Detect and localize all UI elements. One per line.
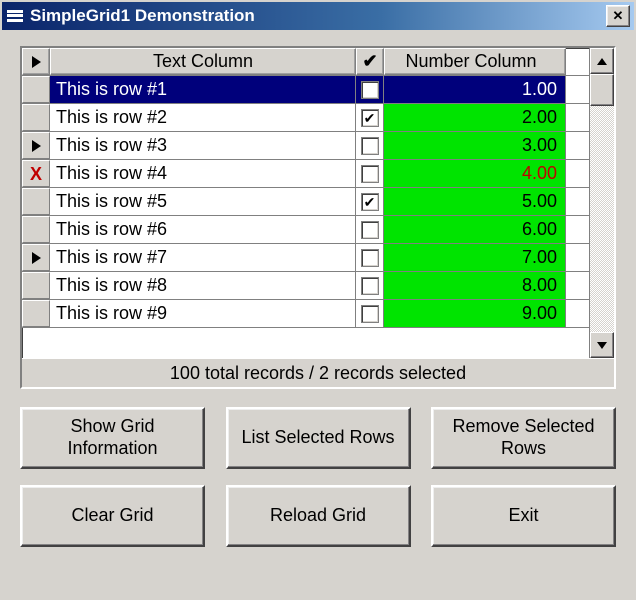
text-cell[interactable]: This is row #8 — [50, 272, 356, 299]
title-bar: SimpleGrid1 Demonstration ✕ — [2, 2, 634, 30]
window-title: SimpleGrid1 Demonstration — [30, 6, 606, 26]
number-cell[interactable]: 7.00 — [384, 244, 566, 271]
text-cell[interactable]: This is row #7 — [50, 244, 356, 271]
reload-grid-button[interactable]: Reload Grid — [226, 485, 411, 547]
remove-selected-rows-button[interactable]: Remove Selected Rows — [431, 407, 616, 469]
system-menu-icon[interactable] — [6, 7, 24, 25]
clear-grid-button[interactable]: Clear Grid — [20, 485, 205, 547]
button-panel: Show Grid Information List Selected Rows… — [20, 407, 616, 547]
table-row[interactable]: This is row #1 1.00 — [22, 76, 589, 104]
chevron-down-icon — [597, 342, 607, 349]
app-window: SimpleGrid1 Demonstration ✕ Text Column … — [0, 0, 636, 600]
table-row[interactable]: This is row #7 7.00 — [22, 244, 589, 272]
row-checkbox[interactable] — [361, 137, 379, 155]
text-cell[interactable]: This is row #9 — [50, 300, 356, 327]
number-cell[interactable]: 9.00 — [384, 300, 566, 327]
table-row[interactable]: This is row #3 3.00 — [22, 132, 589, 160]
table-row[interactable]: X This is row #4 4.00 — [22, 160, 589, 188]
grid-header-row: Text Column ✔ Number Column — [22, 48, 589, 76]
check-cell[interactable] — [356, 216, 384, 243]
number-cell[interactable]: 5.00 — [384, 188, 566, 215]
number-cell[interactable]: 1.00 — [384, 76, 566, 103]
number-cell[interactable]: 3.00 — [384, 132, 566, 159]
row-checkbox[interactable] — [361, 249, 379, 267]
row-marker-cell[interactable] — [22, 132, 50, 159]
row-marker-cell[interactable] — [22, 104, 50, 131]
header-arrow-icon — [32, 56, 41, 68]
row-arrow-icon — [32, 140, 41, 152]
row-checkbox[interactable] — [361, 165, 379, 183]
header-check-column[interactable]: ✔ — [356, 48, 384, 75]
row-marker-cell[interactable] — [22, 272, 50, 299]
grid-frame: Text Column ✔ Number Column This is row … — [20, 46, 616, 389]
table-row[interactable]: This is row #2 ✔ 2.00 — [22, 104, 589, 132]
row-marker-cell[interactable] — [22, 76, 50, 103]
row-checkbox[interactable] — [361, 305, 379, 323]
number-cell[interactable]: 8.00 — [384, 272, 566, 299]
text-cell[interactable]: This is row #2 — [50, 104, 356, 131]
row-marker-cell[interactable] — [22, 300, 50, 327]
client-area: Text Column ✔ Number Column This is row … — [2, 30, 634, 581]
row-checkbox[interactable] — [361, 277, 379, 295]
table-row[interactable]: This is row #8 8.00 — [22, 272, 589, 300]
check-cell[interactable] — [356, 76, 384, 103]
grid-status-bar: 100 total records / 2 records selected — [22, 358, 614, 387]
scroll-up-button[interactable] — [590, 48, 614, 74]
check-cell[interactable] — [356, 300, 384, 327]
vertical-scrollbar[interactable] — [589, 48, 614, 358]
number-cell[interactable]: 4.00 — [384, 160, 566, 187]
row-arrow-icon — [32, 252, 41, 264]
check-cell[interactable]: ✔ — [356, 104, 384, 131]
row-checkbox[interactable] — [361, 81, 379, 99]
scroll-track[interactable] — [590, 74, 614, 332]
table-row[interactable]: This is row #5 ✔ 5.00 — [22, 188, 589, 216]
check-cell[interactable] — [356, 160, 384, 187]
row-marker-cell[interactable] — [22, 188, 50, 215]
row-checkbox[interactable] — [361, 221, 379, 239]
check-cell[interactable] — [356, 132, 384, 159]
text-cell[interactable]: This is row #5 — [50, 188, 356, 215]
table-row[interactable]: This is row #9 9.00 — [22, 300, 589, 328]
check-cell[interactable] — [356, 272, 384, 299]
row-marker-cell[interactable]: X — [22, 160, 50, 187]
row-marker-cell[interactable] — [22, 244, 50, 271]
header-row-marker[interactable] — [22, 48, 50, 75]
header-text-column[interactable]: Text Column — [50, 48, 356, 75]
exit-button[interactable]: Exit — [431, 485, 616, 547]
close-button[interactable]: ✕ — [606, 5, 630, 27]
text-cell[interactable]: This is row #1 — [50, 76, 356, 103]
check-cell[interactable]: ✔ — [356, 188, 384, 215]
row-delete-icon: X — [30, 165, 42, 183]
text-cell[interactable]: This is row #4 — [50, 160, 356, 187]
close-icon: ✕ — [613, 8, 624, 24]
header-number-column[interactable]: Number Column — [384, 48, 566, 75]
grid[interactable]: Text Column ✔ Number Column This is row … — [22, 48, 589, 358]
check-cell[interactable] — [356, 244, 384, 271]
scroll-thumb[interactable] — [590, 74, 614, 106]
number-cell[interactable]: 2.00 — [384, 104, 566, 131]
table-row[interactable]: This is row #6 6.00 — [22, 216, 589, 244]
list-selected-rows-button[interactable]: List Selected Rows — [226, 407, 411, 469]
row-checkbox[interactable]: ✔ — [361, 109, 379, 127]
text-cell[interactable]: This is row #6 — [50, 216, 356, 243]
number-cell[interactable]: 6.00 — [384, 216, 566, 243]
row-marker-cell[interactable] — [22, 216, 50, 243]
show-grid-info-button[interactable]: Show Grid Information — [20, 407, 205, 469]
scroll-down-button[interactable] — [590, 332, 614, 358]
grid-status-text: 100 total records / 2 records selected — [170, 363, 466, 384]
chevron-up-icon — [597, 58, 607, 65]
row-checkbox[interactable]: ✔ — [361, 193, 379, 211]
text-cell[interactable]: This is row #3 — [50, 132, 356, 159]
